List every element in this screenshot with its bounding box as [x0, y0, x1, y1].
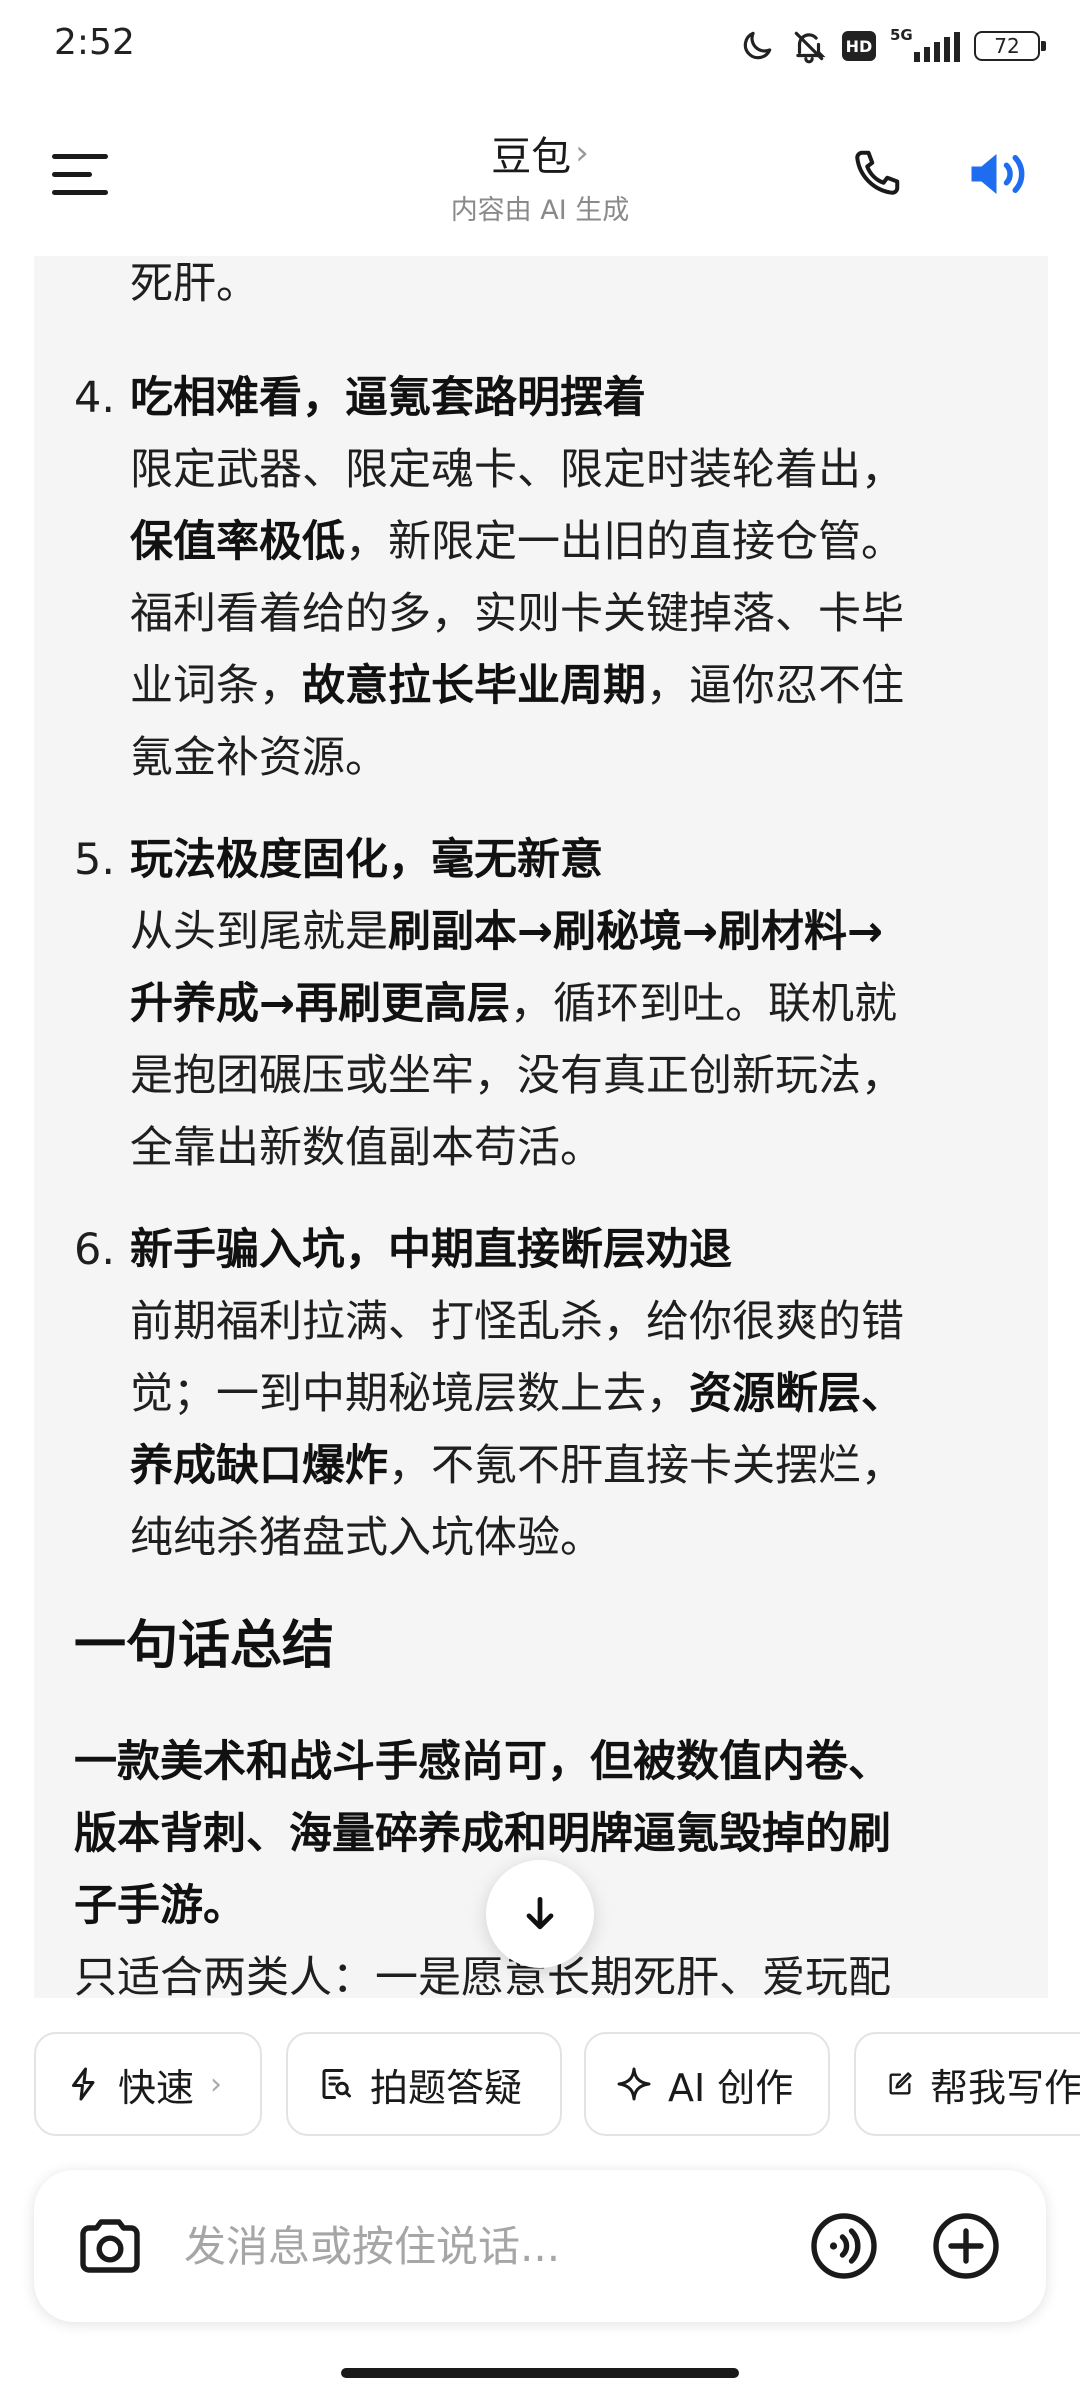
status-time: 2:52 — [54, 22, 135, 63]
phone-icon — [855, 150, 900, 195]
summary-line: 一款美术和战斗手感尚可，但被数值内卷、 — [74, 1737, 891, 1787]
list-item-line: 全靠出新数值副本苟活。 — [130, 1123, 603, 1173]
chat-header: 豆包 › 内容由 AI 生成 — [0, 110, 1080, 240]
speaker-icon — [971, 154, 1025, 194]
voice-wave-icon — [811, 2213, 877, 2279]
speaker-button[interactable] — [964, 144, 1034, 204]
list-item-title: 玩法极度固化，毫无新意 — [130, 835, 603, 885]
list-item-line: 业词条，故意拉长毕业周期，逼你忍不住 — [130, 661, 904, 711]
lightning-icon — [72, 2067, 95, 2101]
list-item-line: 养成缺口爆炸，不氪不肝直接卡关摆烂， — [130, 1441, 904, 1491]
battery-icon: 72 — [974, 31, 1046, 61]
message-input[interactable] — [184, 2210, 784, 2282]
quick-action-chips: 快速 › 拍题答疑 AI 创作 帮我写作 — [34, 2032, 1080, 2138]
message-content: 死肝。 4. 吃相难看，逼氪套路明摆着 限定武器、限定魂卡、限定时装轮着出， 保… — [34, 256, 1048, 1998]
list-item-line: 纯纯杀猪盘式入坑体验。 — [130, 1513, 603, 1563]
arrow-down-icon — [526, 1896, 554, 1930]
chip-ai-create[interactable]: AI 创作 — [584, 2032, 830, 2136]
title-area: 豆包 › 内容由 AI 生成 — [340, 124, 740, 227]
text-fragment: 死肝。 — [130, 259, 259, 309]
bot-title[interactable]: 豆包 › — [491, 124, 589, 182]
list-item-line: 前期福利拉满、打怪乱杀，给你很爽的错 — [130, 1297, 904, 1347]
moon-icon — [743, 31, 772, 60]
message-input-bar — [34, 2170, 1046, 2322]
list-item-line: 升养成→再刷更高层，循环到吐。联机就 — [130, 979, 898, 1029]
list-item-line: 氪金补资源。 — [130, 733, 388, 783]
section-heading: 一句话总结 — [74, 1616, 335, 1676]
status-icons: HD 5G 72 — [738, 24, 1046, 68]
hd-badge-icon: HD — [842, 31, 876, 61]
camera-button[interactable] — [74, 2210, 146, 2282]
list-item-line: 觉；一到中期秘境层数上去，资源断层、 — [130, 1369, 904, 1419]
sparkle-icon — [617, 2067, 651, 2101]
bell-off-icon — [794, 31, 826, 64]
summary-line: 子手游。 — [74, 1881, 246, 1931]
network-type: 5G — [890, 26, 913, 44]
list-number: 5. — [74, 835, 116, 885]
summary-line: 只适合两类人：一是愿意长期死肝、爱玩配 — [74, 1953, 891, 1998]
plus-circle-icon — [933, 2213, 999, 2279]
signal-icon: 5G — [890, 26, 960, 64]
status-bar: 2:52 HD 5G 72 — [0, 0, 1080, 90]
menu-line — [52, 154, 108, 159]
chevron-right-icon: › — [575, 133, 589, 173]
chip-help-write[interactable]: 帮我写作 — [854, 2032, 1080, 2136]
list-item-line: 是抱团碾压或坐牢，没有真正创新玩法， — [130, 1051, 904, 1101]
phone-call-button[interactable] — [846, 144, 906, 204]
list-item-line: 限定武器、限定魂卡、限定时装轮着出， — [130, 445, 904, 495]
voice-call-button[interactable] — [808, 2210, 880, 2282]
bot-name: 豆包 — [491, 134, 572, 180]
list-item-line: 保值率极低，新限定一出旧的直接仓管。 — [130, 517, 904, 567]
camera-icon — [80, 2219, 140, 2273]
list-number: 4. — [74, 373, 116, 423]
list-item-title: 新手骗入坑，中期直接断层劝退 — [130, 1225, 732, 1275]
battery-level: 72 — [994, 34, 1020, 58]
chevron-right-icon: › — [210, 2066, 223, 2102]
ai-disclaimer: 内容由 AI 生成 — [450, 195, 630, 226]
chip-photo-answer[interactable]: 拍题答疑 — [286, 2032, 562, 2136]
add-attachment-button[interactable] — [930, 2210, 1002, 2282]
scroll-to-bottom-button[interactable] — [486, 1860, 594, 1968]
chip-label: 帮我写作 — [929, 2065, 1080, 2110]
list-item-line: 从头到尾就是刷副本→刷秘境→刷材料→ — [130, 907, 884, 957]
photo-search-icon — [322, 2069, 351, 2099]
home-indicator[interactable] — [341, 2368, 739, 2378]
menu-button[interactable] — [52, 150, 112, 200]
list-item-title: 吃相难看，逼氪套路明摆着 — [130, 373, 646, 423]
summary-line: 版本背刺、海量碎养成和明牌逼氪毁掉的刷 — [74, 1809, 891, 1859]
list-item-line: 福利看着给的多，实则卡关键掉落、卡毕 — [130, 589, 904, 639]
chip-label: 拍题答疑 — [370, 2065, 523, 2110]
menu-line — [52, 190, 108, 195]
chip-label: 快速 — [118, 2065, 195, 2110]
menu-line — [52, 172, 92, 177]
list-number: 6. — [74, 1225, 116, 1275]
edit-icon — [889, 2072, 912, 2095]
chip-fast-mode[interactable]: 快速 › — [34, 2032, 262, 2136]
chip-label: AI 创作 — [668, 2065, 794, 2110]
